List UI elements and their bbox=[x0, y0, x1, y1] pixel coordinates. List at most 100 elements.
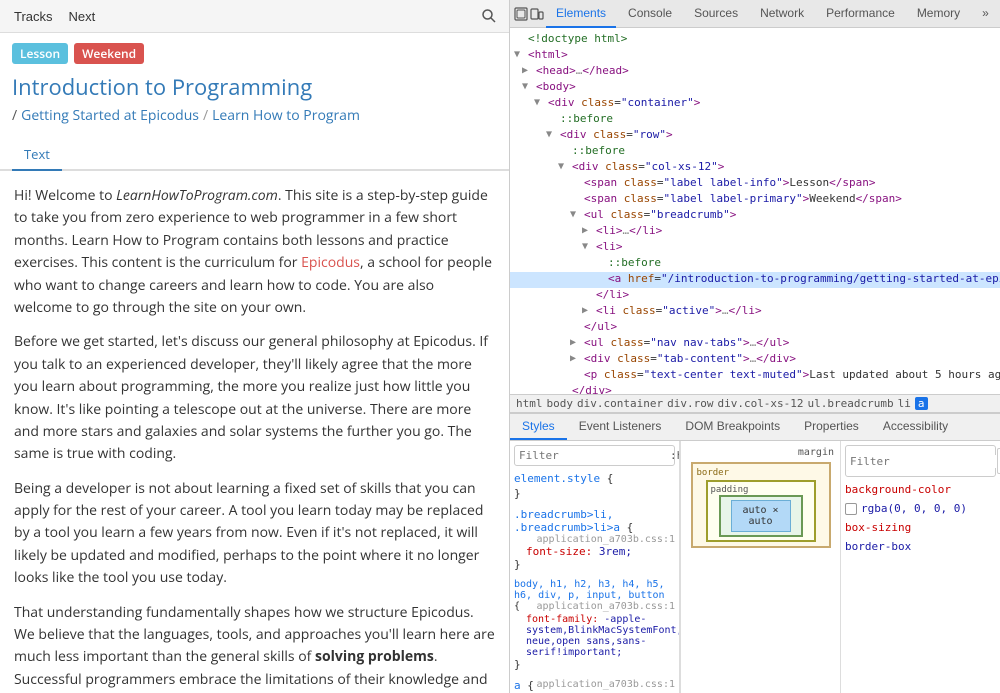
breadcrumb-div-col[interactable]: div.col-xs-12 bbox=[717, 397, 803, 410]
page-header: Lesson Weekend Introduction to Programmi… bbox=[0, 33, 509, 129]
devtools-bottom-content: :hov .cls + element.style { } .breadcrum… bbox=[510, 441, 1000, 693]
tab-accessibility[interactable]: Accessibility bbox=[871, 414, 960, 440]
code-line: ::before bbox=[510, 256, 1000, 272]
devtools-panel: Elements Console Sources Network Perform… bbox=[510, 0, 1000, 693]
code-line-selected[interactable]: <a href="/introduction-to-programming/ge… bbox=[510, 272, 1000, 288]
style-prop: font-family: -apple-system,BlinkMacSyste… bbox=[514, 614, 675, 658]
filter-pseudo-label[interactable]: :hov bbox=[670, 449, 680, 462]
epicodus-link[interactable]: Epicodus bbox=[301, 253, 360, 272]
devtools-tab-sources[interactable]: Sources bbox=[684, 0, 748, 28]
code-line: ::before bbox=[510, 144, 1000, 160]
devtools-inspect-btn[interactable] bbox=[514, 4, 528, 24]
code-line: ▶<div class="tab-content">…</div> bbox=[510, 352, 1000, 368]
boxmodel-border: padding auto × auto bbox=[706, 480, 816, 542]
breadcrumb-sep2: / bbox=[203, 106, 208, 125]
style-block-breadcrumb: .breadcrumb>li, .breadcrumb>li>a {applic… bbox=[514, 508, 675, 571]
color-row-3: box-sizing bbox=[845, 521, 996, 534]
tab-styles[interactable]: Styles bbox=[510, 414, 567, 440]
devtools-tab-console[interactable]: Console bbox=[618, 0, 682, 28]
bg-color-swatch[interactable] bbox=[845, 503, 857, 515]
badge-row: Lesson Weekend bbox=[12, 43, 497, 64]
paragraph-4: That understanding fundamentally shapes … bbox=[14, 602, 495, 693]
boxmodel-padding-label: padding bbox=[711, 485, 749, 495]
devtools-tab-elements[interactable]: Elements bbox=[546, 0, 616, 28]
code-line: <span class="label label-info">Lesson</s… bbox=[510, 176, 1000, 192]
tab-dom-breakpoints[interactable]: DOM Breakpoints bbox=[673, 414, 792, 440]
code-line: ▼<html> bbox=[510, 48, 1000, 64]
breadcrumb-li[interactable]: li bbox=[898, 397, 911, 410]
italic-text-1: LearnHowToProgram.com bbox=[116, 186, 278, 205]
weekend-badge: Weekend bbox=[74, 43, 144, 64]
tab-properties[interactable]: Properties bbox=[792, 414, 871, 440]
style-block-body: body, h1, h2, h3, h4, h5, h6, div, p, in… bbox=[514, 579, 675, 671]
devtools-bottom-tabs: Styles Event Listeners DOM Breakpoints P… bbox=[510, 414, 1000, 441]
style-block-a1: a {application_a703b.css:1 color: #d9230… bbox=[514, 679, 675, 693]
paragraph-1: Hi! Welcome to LearnHowToProgram.com. Th… bbox=[14, 185, 495, 319]
devtools-filter-right: Show all background-color rgba(0, 0, 0, … bbox=[840, 441, 1000, 693]
search-icon bbox=[481, 8, 497, 24]
code-line: <p class="text-center text-muted">Last u… bbox=[510, 368, 1000, 384]
code-line: ▼<div class="container"> bbox=[510, 96, 1000, 112]
code-line: ▼<li> bbox=[510, 240, 1000, 256]
code-line: ▼<ul class="breadcrumb"> bbox=[510, 208, 1000, 224]
breadcrumb-a[interactable]: a bbox=[915, 397, 928, 410]
breadcrumb-div-container[interactable]: div.container bbox=[577, 397, 663, 410]
color-row-4: border-box bbox=[845, 540, 996, 553]
boxmodel-content: auto × auto bbox=[731, 500, 791, 532]
breadcrumb-sep: / bbox=[12, 106, 17, 125]
style-close: } bbox=[514, 658, 675, 671]
boxmodel-border-label: border bbox=[697, 468, 730, 478]
breadcrumb: / Getting Started at Epicodus / Learn Ho… bbox=[12, 106, 497, 125]
tracks-button[interactable]: Tracks bbox=[10, 7, 57, 26]
filter-right-bar: Show all bbox=[845, 445, 996, 477]
tab-event-listeners[interactable]: Event Listeners bbox=[567, 414, 674, 440]
boxmodel-padding: auto × auto bbox=[719, 495, 803, 537]
style-selector: body, h1, h2, h3, h4, h5, h6, div, p, in… bbox=[514, 579, 675, 612]
devtools-device-btn[interactable] bbox=[530, 4, 544, 24]
breadcrumb-div-row[interactable]: div.row bbox=[667, 397, 713, 410]
breadcrumb-link-2[interactable]: Learn How to Program bbox=[212, 106, 360, 125]
style-selector: element.style { bbox=[514, 472, 675, 485]
code-line: </ul> bbox=[510, 320, 1000, 336]
page-title: Introduction to Programming bbox=[12, 72, 497, 102]
breadcrumb-body[interactable]: body bbox=[547, 397, 574, 410]
style-close: } bbox=[514, 558, 675, 571]
color-row-2: rgba(0, 0, 0, 0) bbox=[845, 502, 996, 515]
search-button[interactable] bbox=[479, 6, 499, 26]
breadcrumb-ul[interactable]: ul.breadcrumb bbox=[808, 397, 894, 410]
code-line: ::before bbox=[510, 112, 1000, 128]
style-close: } bbox=[514, 487, 675, 500]
code-line: ▼<body> bbox=[510, 80, 1000, 96]
boxmodel-margin-top-label: margin bbox=[798, 447, 834, 458]
code-line: </div> bbox=[510, 384, 1000, 394]
devtools-toolbar: Elements Console Sources Network Perform… bbox=[510, 0, 1000, 28]
top-nav: Tracks Next bbox=[0, 0, 509, 33]
content-area: Hi! Welcome to LearnHowToProgram.com. Th… bbox=[0, 171, 509, 693]
style-selector: .breadcrumb>li, .breadcrumb>li>a {applic… bbox=[514, 508, 675, 534]
styles-filter-bar: :hov .cls + bbox=[514, 445, 675, 466]
code-line: ▶<li>…</li> bbox=[510, 224, 1000, 240]
code-line: ▶<head>…</head> bbox=[510, 64, 1000, 80]
bold-text-1: solving problems bbox=[315, 647, 434, 666]
devtools-tab-network[interactable]: Network bbox=[750, 0, 814, 28]
code-line: <span class="label label-primary">Weeken… bbox=[510, 192, 1000, 208]
breadcrumb-html[interactable]: html bbox=[516, 397, 543, 410]
devtools-code-area[interactable]: <!doctype html> ▼<html> ▶<head>…</head> … bbox=[510, 28, 1000, 394]
styles-panel[interactable]: :hov .cls + element.style { } .breadcrum… bbox=[510, 441, 680, 693]
style-selector: a {application_a703b.css:1 bbox=[514, 679, 675, 692]
devtools-breadcrumb-bar: html body div.container div.row div.col-… bbox=[510, 394, 1000, 413]
next-button[interactable]: Next bbox=[65, 7, 100, 26]
devtools-tab-more[interactable]: » bbox=[972, 0, 999, 28]
boxmodel-outer: border padding auto × auto bbox=[691, 462, 831, 548]
tab-text[interactable]: Text bbox=[12, 139, 62, 171]
filter-right-input[interactable] bbox=[850, 455, 997, 468]
styles-filter-input[interactable] bbox=[519, 449, 666, 462]
code-line: ▼<div class="col-xs-12"> bbox=[510, 160, 1000, 176]
devtools-tab-performance[interactable]: Performance bbox=[816, 0, 905, 28]
box-model: margin border padding auto × auto bbox=[680, 441, 840, 693]
code-line: ▶<li class="active">…</li> bbox=[510, 304, 1000, 320]
paragraph-2: Before we get started, let's discuss our… bbox=[14, 331, 495, 465]
code-line: <!doctype html> bbox=[510, 32, 1000, 48]
devtools-tab-memory[interactable]: Memory bbox=[907, 0, 970, 28]
breadcrumb-link-1[interactable]: Getting Started at Epicodus bbox=[21, 106, 199, 125]
